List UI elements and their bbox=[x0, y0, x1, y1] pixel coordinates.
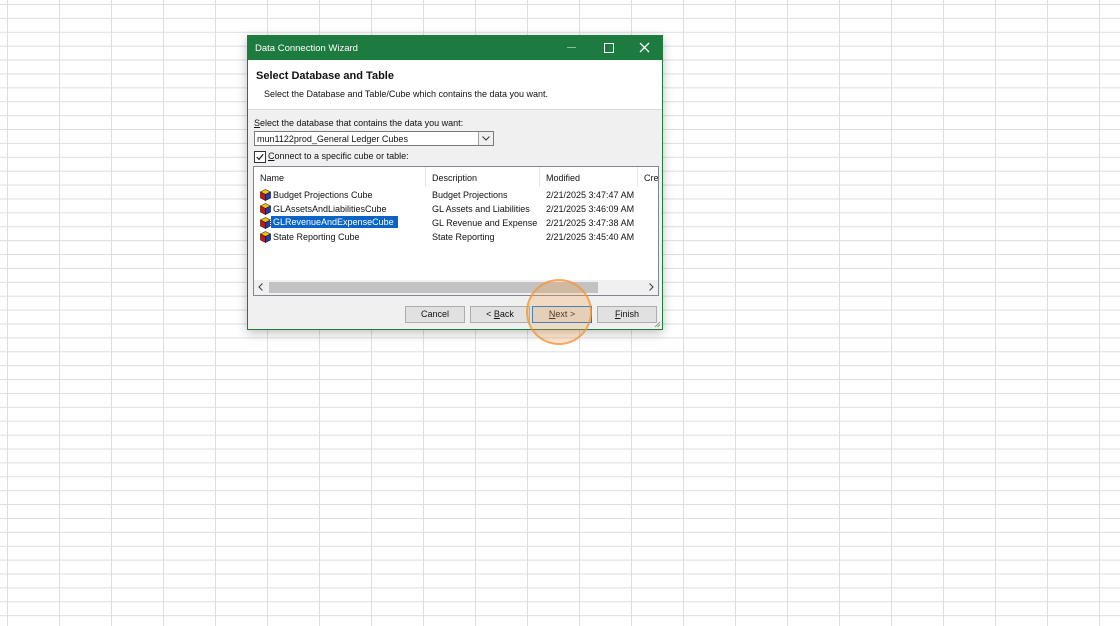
resize-grip-icon[interactable] bbox=[654, 321, 661, 328]
list-item[interactable]: State Reporting Cube State Reporting 2/2… bbox=[254, 230, 658, 244]
title-bar[interactable]: Data Connection Wizard bbox=[248, 36, 662, 60]
column-header-created[interactable]: Cre bbox=[638, 167, 659, 187]
dialog-title: Data Connection Wizard bbox=[255, 43, 358, 54]
cube-description: GL Assets and Liabilities bbox=[432, 204, 530, 214]
minimize-icon bbox=[567, 47, 576, 48]
column-header-name[interactable]: Name bbox=[254, 167, 426, 187]
back-button-text: ack bbox=[499, 309, 514, 319]
cube-name-selected: GLRevenueAndExpenseCube bbox=[270, 215, 399, 229]
horizontal-scrollbar[interactable] bbox=[254, 280, 658, 295]
cube-list[interactable]: Name Description Modified Cre Budget Pro… bbox=[253, 166, 659, 296]
page-title: Select Database and Table bbox=[256, 70, 394, 82]
data-connection-wizard-dialog: Data Connection Wizard Select Database a… bbox=[247, 35, 663, 330]
cancel-button[interactable]: Cancel bbox=[405, 306, 465, 323]
maximize-button[interactable] bbox=[590, 36, 626, 60]
cube-icon bbox=[260, 217, 271, 229]
scrollbar-thumb[interactable] bbox=[269, 282, 598, 293]
minimize-button[interactable] bbox=[553, 36, 589, 60]
cube-description: Budget Projections bbox=[432, 190, 508, 200]
dropdown-arrow-button[interactable] bbox=[478, 132, 493, 145]
cube-modified: 2/21/2025 3:47:38 AM bbox=[546, 218, 635, 228]
next-button[interactable]: Next > bbox=[532, 306, 592, 323]
cube-modified: 2/21/2025 3:45:40 AM bbox=[546, 232, 635, 242]
list-item-selected[interactable]: GLRevenueAndExpenseCube GL Revenue and E… bbox=[254, 215, 658, 230]
cube-name: GLRevenueAndExpenseCube bbox=[270, 215, 399, 229]
scroll-left-icon[interactable] bbox=[258, 283, 263, 291]
cube-description: State Reporting bbox=[432, 232, 495, 242]
column-header-label: Description bbox=[432, 173, 478, 183]
cube-name: Budget Projections Cube bbox=[273, 190, 373, 200]
maximize-icon bbox=[604, 43, 614, 53]
database-dropdown-value: mun1122prod_General Ledger Cubes bbox=[257, 134, 408, 144]
database-dropdown[interactable]: mun1122prod_General Ledger Cubes bbox=[254, 131, 494, 146]
finish-button-text: inish bbox=[620, 309, 639, 319]
database-label-text: elect the database that contains the dat… bbox=[260, 118, 464, 128]
column-header-label: Cre bbox=[644, 173, 659, 183]
cube-name: GLAssetsAndLiabilitiesCube bbox=[273, 204, 387, 214]
cube-icon bbox=[260, 189, 271, 201]
list-item[interactable]: GLAssetsAndLiabilitiesCube GL Assets and… bbox=[254, 202, 658, 216]
chevron-down-icon bbox=[482, 136, 490, 141]
close-button[interactable] bbox=[626, 36, 662, 60]
column-header-label: Name bbox=[260, 173, 285, 183]
wizard-header: Select Database and Table Select the Dat… bbox=[248, 60, 662, 110]
column-header-modified[interactable]: Modified bbox=[540, 167, 638, 187]
page-subtitle: Select the Database and Table/Cube which… bbox=[264, 89, 549, 99]
scroll-right-icon[interactable] bbox=[649, 283, 654, 291]
checkmark-icon bbox=[256, 153, 264, 161]
connect-label-text: onnect to a specific cube or table: bbox=[274, 151, 409, 161]
cube-name: State Reporting Cube bbox=[273, 232, 360, 242]
cube-icon bbox=[260, 231, 271, 243]
cube-modified: 2/21/2025 3:46:09 AM bbox=[546, 204, 635, 214]
back-button[interactable]: < Back bbox=[470, 306, 530, 323]
database-label: Select the database that contains the da… bbox=[254, 118, 463, 128]
cube-description: GL Revenue and Expense bbox=[432, 218, 538, 228]
finish-button[interactable]: Finish bbox=[597, 306, 657, 323]
cube-modified: 2/21/2025 3:47:47 AM bbox=[546, 190, 635, 200]
list-item[interactable]: Budget Projections Cube Budget Projectio… bbox=[254, 188, 658, 202]
close-icon bbox=[639, 42, 650, 53]
connect-specific-cube-label: Connect to a specific cube or table: bbox=[268, 151, 409, 161]
next-button-text: ext > bbox=[555, 309, 576, 319]
cube-icon bbox=[260, 203, 271, 215]
back-button-prefix: < bbox=[486, 309, 494, 319]
column-header-label: Modified bbox=[546, 173, 581, 183]
column-header-description[interactable]: Description bbox=[426, 167, 540, 187]
connect-specific-cube-checkbox[interactable] bbox=[254, 151, 266, 163]
